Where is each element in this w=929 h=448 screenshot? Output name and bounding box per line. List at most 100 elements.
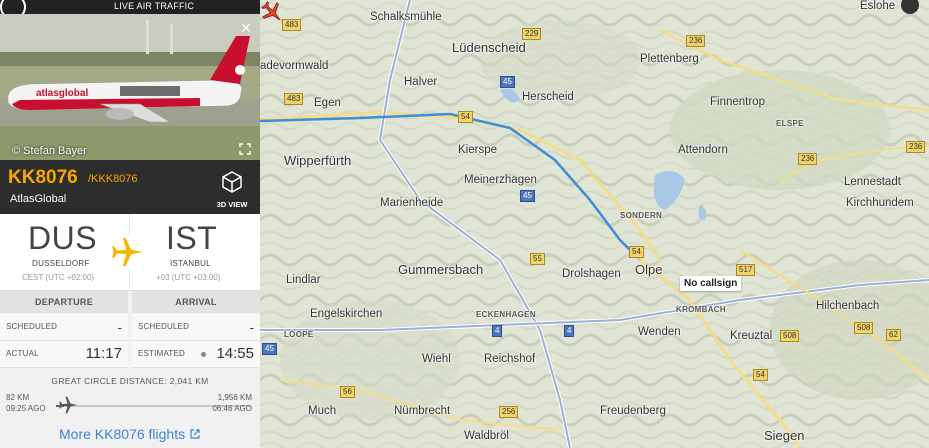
svg-text:atlasglobal: atlasglobal xyxy=(36,88,88,99)
motorway-shield: 45 xyxy=(500,76,515,88)
scheduled-label: SCHEDULED xyxy=(138,322,190,331)
district-label: ELSPE xyxy=(776,119,804,128)
destination-iata[interactable]: IST xyxy=(166,220,217,257)
town-label: Drolshagen xyxy=(562,268,621,280)
town-label: Nümbrecht xyxy=(394,405,451,417)
estimate-status-dot-icon xyxy=(201,352,206,357)
town-label: adevormwald xyxy=(260,60,329,72)
district-label: ECKENHAGEN xyxy=(476,310,536,319)
town-label: Lüdenscheid xyxy=(452,40,526,55)
departure-scheduled-row: SCHEDULED - xyxy=(0,314,128,341)
route-plane-icon xyxy=(110,235,144,269)
road-shield: 236 xyxy=(798,153,818,165)
road-shield: 55 xyxy=(530,253,545,265)
origin-city: DUSSELDORF xyxy=(32,259,90,268)
distance-panel: GREAT CIRCLE DISTANCE: 2,041 KM 82 KM 09… xyxy=(0,370,260,420)
road-shield: 236 xyxy=(686,35,706,47)
progress-plane-icon xyxy=(59,396,77,414)
town-label: Herscheid xyxy=(522,91,574,103)
departure-header: DEPARTURE xyxy=(0,291,128,313)
town-label: Marienheide xyxy=(380,197,444,209)
departure-scheduled-value: - xyxy=(117,320,122,335)
town-label: Eslohe xyxy=(860,0,896,12)
flight-callsign: /KKK8076 xyxy=(88,173,138,185)
map-terrain xyxy=(260,0,929,448)
departure-actual-row: ACTUAL 11:17 xyxy=(0,341,128,368)
flight-info-panel: LIVE AIR TRAFFIC atlasglobal × © Stefan … xyxy=(0,0,260,448)
town-label: Much xyxy=(308,405,337,417)
town-label: Finnentrop xyxy=(710,96,765,108)
times-header: DEPARTURE ARRIVAL xyxy=(0,291,260,313)
road-shield: 56 xyxy=(340,386,355,398)
route-panel: DUS DUSSELDORF CEST (UTC +02:00) IST IST… xyxy=(0,214,260,291)
cube-icon xyxy=(222,171,242,193)
origin-timezone: CEST (UTC +02:00) xyxy=(22,273,95,282)
town-label: Engelskirchen xyxy=(310,308,383,320)
road-shield: 483 xyxy=(284,93,304,105)
motorway-shield: 45 xyxy=(520,190,535,202)
road-shield: 54 xyxy=(458,111,473,123)
road-shield: 54 xyxy=(753,369,768,381)
arrival-estimated-value: 14:55 xyxy=(216,345,254,362)
estimated-label: ESTIMATED xyxy=(138,349,185,358)
town-label: Plettenberg xyxy=(640,53,699,65)
arrival-header: ARRIVAL xyxy=(132,291,260,313)
airline-name[interactable]: AtlasGlobal xyxy=(10,193,66,205)
expand-photo-icon[interactable] xyxy=(238,142,252,156)
road-shield: 508 xyxy=(780,330,800,342)
motorway-shield: 4 xyxy=(492,325,503,337)
aircraft-photo-image: atlasglobal xyxy=(0,14,260,160)
town-label: Meinerzhagen xyxy=(464,174,537,186)
more-flights-link[interactable]: More KK8076 flights xyxy=(0,420,260,448)
arrival-estimated-row: ESTIMATED 14:55 xyxy=(132,341,260,368)
scheduled-label: SCHEDULED xyxy=(6,322,58,331)
motorway-shield: 4 xyxy=(564,325,575,337)
town-label: Schalksmühle xyxy=(370,11,442,23)
top-bar: LIVE AIR TRAFFIC xyxy=(0,0,260,20)
arrival-scheduled-value: - xyxy=(249,320,254,335)
distance-remaining: 1,956 KM xyxy=(217,393,252,402)
destination-city: ISTANBUL xyxy=(170,259,211,268)
road-shield: 236 xyxy=(906,141,926,153)
motorway-shield: 45 xyxy=(262,343,277,355)
external-link-icon xyxy=(190,429,200,439)
town-label: Halver xyxy=(404,76,438,88)
arrival-scheduled-row: SCHEDULED - xyxy=(132,314,260,341)
district-label: LOOPE xyxy=(284,330,314,339)
town-label: Reichshof xyxy=(484,353,536,365)
town-label: Kreuztal xyxy=(730,330,773,342)
origin-iata[interactable]: DUS xyxy=(28,220,97,257)
view-3d-label: 3D VIEW xyxy=(216,200,248,209)
town-label: Gummersbach xyxy=(398,262,484,277)
road-shield: 229 xyxy=(522,28,542,40)
town-label: Lindlar xyxy=(286,274,321,286)
aircraft-photo[interactable]: atlasglobal × © Stefan Bayer xyxy=(0,14,260,160)
great-circle-distance: GREAT CIRCLE DISTANCE: 2,041 KM xyxy=(51,376,209,386)
destination-timezone: +03 (UTC +03:00) xyxy=(156,273,221,282)
marker-callsign-label[interactable]: No callsign xyxy=(680,276,742,291)
town-label: Lennestadt xyxy=(844,176,901,188)
distance-flown: 82 KM xyxy=(6,393,30,402)
district-label: SONDERN xyxy=(620,211,663,220)
town-label: Kirchhundem xyxy=(846,197,914,209)
view-3d-button[interactable]: 3D VIEW xyxy=(212,168,252,209)
town-label: Attendorn xyxy=(678,144,728,156)
map-view[interactable]: 483 229 236 483 54 236 55 54 517 508 508… xyxy=(260,0,929,448)
town-label: Kierspe xyxy=(458,144,497,156)
aircraft-marker-icon[interactable] xyxy=(260,0,284,24)
more-flights-label[interactable]: More KK8076 flights xyxy=(59,426,185,442)
town-label: Egen xyxy=(314,97,341,109)
close-photo-icon[interactable]: × xyxy=(238,19,254,37)
flight-header: KK8076 /KKK8076 AtlasGlobal 3D VIEW xyxy=(0,160,260,214)
town-label: Olpe xyxy=(635,262,663,277)
town-label: Freudenberg xyxy=(600,405,666,417)
road-shield: 483 xyxy=(282,19,302,31)
town-label: Hilchenbach xyxy=(816,300,880,312)
actual-label: ACTUAL xyxy=(6,349,39,358)
road-shield: 62 xyxy=(886,329,901,341)
town-label: Siegen xyxy=(764,428,805,443)
road-shield: 256 xyxy=(499,406,519,418)
town-label: Wiehl xyxy=(422,353,451,365)
time-flown: 09:25 AGO xyxy=(6,404,46,413)
time-remaining: 06:46 AGO xyxy=(212,404,252,413)
